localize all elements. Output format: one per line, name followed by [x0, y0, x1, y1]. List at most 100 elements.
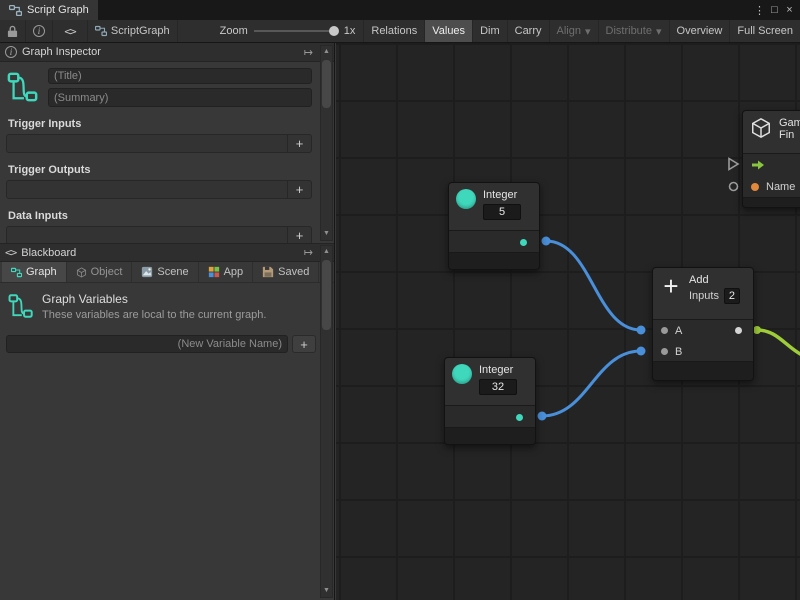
fullscreen-button[interactable]: Full Screen — [730, 20, 800, 42]
blackboard-panel: <> Blackboard ↦ Graph — [0, 243, 334, 600]
graph-variables-block: Graph Variables These variables are loca… — [0, 283, 334, 321]
find-node-partial[interactable]: Gam Fin Name — [742, 110, 800, 208]
gameobject-cube-icon — [750, 117, 772, 139]
tab-app[interactable]: App — [199, 262, 254, 282]
trigger-outputs-list: + — [6, 180, 312, 199]
code-icon: <> — [5, 246, 16, 259]
window-menu-button[interactable]: ⋮ — [752, 4, 767, 17]
graph-variables-icon — [8, 292, 34, 320]
wire-endpoint[interactable] — [637, 347, 646, 356]
scroll-up-icon[interactable]: ▲ — [321, 246, 332, 258]
value-input-port[interactable] — [728, 181, 739, 192]
wire-endpoint[interactable] — [542, 237, 551, 246]
zoom-slider[interactable] — [254, 30, 338, 32]
add-node[interactable]: + Add Inputs 2 A B — [652, 267, 754, 381]
dim-button[interactable]: Dim — [473, 20, 508, 42]
integer-value-field[interactable]: 32 — [479, 379, 517, 395]
app-icon — [208, 266, 220, 278]
add-icon: + — [660, 274, 682, 298]
scrollbar-thumb[interactable] — [322, 260, 331, 330]
flow-output-arrow-icon[interactable] — [751, 159, 765, 171]
cube-icon — [76, 267, 87, 278]
script-graph-window: Script Graph ⋮ □ × i <> ScriptG — [0, 0, 800, 600]
tab-object[interactable]: Object — [67, 262, 133, 282]
tab-saved[interactable]: Saved — [253, 262, 319, 282]
graph-title-input[interactable] — [48, 68, 312, 84]
scroll-down-icon[interactable]: ▼ — [321, 228, 332, 240]
graph-breadcrumb[interactable]: ScriptGraph — [88, 20, 178, 42]
flow-input-port[interactable] — [727, 157, 740, 171]
lock-icon — [7, 25, 18, 38]
graph-tab-icon — [11, 267, 22, 278]
scroll-down-icon[interactable]: ▼ — [321, 585, 332, 597]
scene-icon — [141, 266, 153, 278]
graph-name-label: ScriptGraph — [111, 25, 170, 37]
integer-node-1[interactable]: Integer 5 — [448, 182, 540, 270]
trigger-inputs-list: + — [6, 134, 312, 153]
distribute-dropdown[interactable]: Distribute▾ — [599, 20, 670, 42]
pin-panel-icon[interactable]: ↦ — [304, 46, 313, 59]
integer-value-field[interactable]: 5 — [483, 204, 521, 220]
blackboard-scrollbar[interactable]: ▲ ▼ — [320, 245, 333, 598]
port-label-name: Name — [766, 181, 795, 193]
titlebar: Script Graph ⋮ □ × — [0, 0, 800, 20]
variables-scope-tabs: Graph Object Scene — [0, 262, 334, 283]
blackboard-title: Blackboard — [21, 247, 76, 259]
new-variable-name-input[interactable] — [6, 335, 288, 353]
relations-button[interactable]: Relations — [363, 20, 425, 42]
node-title-line-2: Fin — [779, 129, 800, 141]
add-input-port-b[interactable] — [661, 348, 668, 355]
data-inputs-label: Data Inputs — [8, 210, 312, 222]
port-label-b: B — [675, 346, 682, 358]
chevron-down-icon: ▾ — [656, 25, 662, 38]
pin-panel-icon[interactable]: ↦ — [304, 246, 313, 259]
wire-endpoint[interactable] — [753, 326, 761, 334]
tab-scene[interactable]: Scene — [132, 262, 198, 282]
add-data-input-button[interactable]: + — [287, 227, 311, 244]
values-button[interactable]: Values — [425, 20, 473, 42]
name-input-port[interactable] — [751, 183, 759, 191]
graph-info-button[interactable]: i — [26, 20, 53, 42]
integer-node-2[interactable]: Integer 32 — [444, 357, 536, 445]
scroll-up-icon[interactable]: ▲ — [321, 46, 332, 58]
graph-inspector-panel: i Graph Inspector ↦ — [0, 43, 334, 243]
add-variable-button[interactable]: + — [292, 335, 316, 353]
code-icon: <> — [64, 25, 75, 38]
integer-output-port[interactable] — [520, 239, 527, 246]
window-tab-script-graph[interactable]: Script Graph — [0, 0, 98, 20]
wire-integer5-to-add-a[interactable] — [546, 241, 641, 330]
chevron-down-icon: ▾ — [585, 25, 591, 38]
lock-button[interactable] — [0, 20, 26, 42]
zoom-slider-knob[interactable] — [329, 26, 339, 36]
graph-inspector-body: Trigger Inputs + Trigger Outputs + Data … — [0, 62, 334, 245]
add-trigger-output-button[interactable]: + — [287, 181, 311, 198]
inputs-label: Inputs — [689, 290, 719, 302]
zoom-label: Zoom — [220, 25, 248, 37]
port-label-a: A — [675, 325, 682, 337]
window-close-button[interactable]: × — [782, 4, 797, 16]
zoom-control: Zoom 1x — [212, 20, 364, 42]
wire-endpoint[interactable] — [538, 412, 547, 421]
tab-graph[interactable]: Graph — [2, 262, 67, 282]
graph-variables-description: These variables are local to the current… — [42, 309, 266, 321]
window-maximize-button[interactable]: □ — [767, 4, 782, 16]
graph-summary-input[interactable] — [48, 88, 312, 107]
window-controls: ⋮ □ × — [752, 0, 800, 20]
toolbar-buttons: Relations Values Dim Carry Align▾ Distri… — [363, 20, 800, 42]
add-input-port-a[interactable] — [661, 327, 668, 334]
graph-canvas[interactable]: Integer 5 Integer 32 — [336, 43, 800, 600]
integer-output-port[interactable] — [516, 414, 523, 421]
source-toggle-button[interactable]: <> — [53, 20, 88, 42]
inputs-count-field[interactable]: 2 — [724, 288, 740, 304]
inspector-scrollbar[interactable]: ▲ ▼ — [320, 45, 333, 241]
overview-button[interactable]: Overview — [670, 20, 731, 42]
node-title: Add — [689, 274, 740, 286]
add-output-port[interactable] — [735, 327, 742, 334]
wire-endpoint[interactable] — [637, 326, 646, 335]
align-dropdown[interactable]: Align▾ — [550, 20, 599, 42]
carry-button[interactable]: Carry — [508, 20, 550, 42]
wire-add-output[interactable] — [757, 330, 800, 355]
scrollbar-thumb[interactable] — [322, 60, 331, 108]
add-trigger-input-button[interactable]: + — [287, 135, 311, 152]
wire-integer32-to-add-b[interactable] — [542, 351, 641, 416]
